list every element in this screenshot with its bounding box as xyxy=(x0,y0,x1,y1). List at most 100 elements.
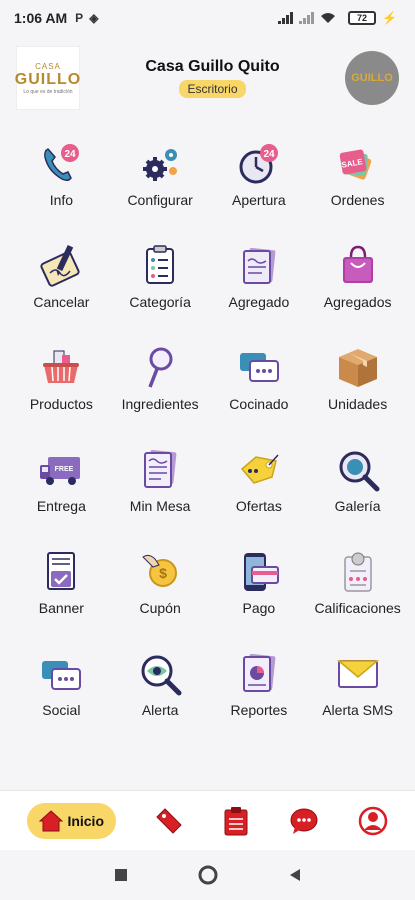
tile-label: Cupón xyxy=(139,600,181,616)
home-icon xyxy=(39,809,64,831)
p-icon: P xyxy=(75,11,84,25)
profile-avatar[interactable]: GUILLO xyxy=(345,51,399,105)
box-icon xyxy=(334,344,382,392)
coin-hand-icon: $ xyxy=(136,548,184,596)
user-profile-icon xyxy=(358,806,387,835)
system-nav-bar xyxy=(0,850,415,900)
tile-calificaciones[interactable]: Calificaciones xyxy=(308,548,407,650)
gears-icon xyxy=(136,140,184,188)
tile-agregado[interactable]: Agregado xyxy=(210,242,309,344)
phone-24-icon: 24 xyxy=(37,140,85,188)
diamond-icon: ◈ xyxy=(89,11,99,25)
recents-square-icon[interactable] xyxy=(114,868,128,882)
tile-unidades[interactable]: Unidades xyxy=(308,344,407,446)
tile-configurar[interactable]: Configurar xyxy=(111,140,210,242)
tile-label: Pago xyxy=(242,600,276,616)
tile-categoria[interactable]: Categoría xyxy=(111,242,210,344)
app-header: CASA GUILLO Lo que es de tradición Casa … xyxy=(0,36,415,120)
tile-cocinado[interactable]: Cocinado xyxy=(210,344,309,446)
back-triangle-icon[interactable] xyxy=(288,868,302,882)
tile-label: Unidades xyxy=(328,396,388,412)
basket-icon xyxy=(37,344,85,392)
nav-profile-button[interactable] xyxy=(358,806,388,836)
check-document-icon xyxy=(37,548,85,596)
store-title: Casa Guillo Quito xyxy=(145,58,280,75)
tile-label: Entrega xyxy=(36,498,86,514)
tile-label: Categoría xyxy=(129,294,191,310)
status-time: 1:06 AM xyxy=(14,10,68,26)
tile-info[interactable]: 24 Info xyxy=(12,140,111,242)
tile-galeria[interactable]: Galería xyxy=(308,446,407,548)
svg-text:$: $ xyxy=(159,565,167,581)
tile-label: Ingredientes xyxy=(121,396,199,412)
clock-24-icon: 24 xyxy=(235,140,283,188)
envelope-icon xyxy=(334,650,382,698)
tile-social[interactable]: Social xyxy=(12,650,111,752)
tile-label: Agregado xyxy=(228,294,290,310)
shopping-bag-icon xyxy=(334,242,382,290)
tile-label: Calificaciones xyxy=(314,600,401,616)
tile-apertura[interactable]: 24 Apertura xyxy=(210,140,309,242)
tile-cupon[interactable]: $ Cupón xyxy=(111,548,210,650)
tile-label: Alerta xyxy=(141,702,179,718)
delivery-truck-icon: FREE xyxy=(37,446,85,494)
tile-label: Info xyxy=(49,192,74,208)
tile-agregados[interactable]: Agregados xyxy=(308,242,407,344)
clipboard-list-icon xyxy=(136,242,184,290)
tile-reportes[interactable]: Reportes xyxy=(210,650,309,752)
logo-guillo-text: GUILLO xyxy=(14,70,82,88)
tile-label: Social xyxy=(42,702,81,718)
svg-text:FREE: FREE xyxy=(55,466,74,473)
tile-label: Alerta SMS xyxy=(322,702,394,718)
tile-alerta-sms[interactable]: Alerta SMS xyxy=(308,650,407,752)
tile-label: Reportes xyxy=(230,702,288,718)
tile-banner[interactable]: Banner xyxy=(12,548,111,650)
casa-guillo-logo: CASA GUILLO Lo que es de tradición xyxy=(14,46,82,110)
tile-entrega[interactable]: FREE Entrega xyxy=(12,446,111,548)
tile-alerta[interactable]: Alerta xyxy=(111,650,210,752)
tile-pago[interactable]: Pago xyxy=(210,548,309,650)
tile-min-mesa[interactable]: Min Mesa xyxy=(111,446,210,548)
logo-tagline: Lo que es de tradición xyxy=(23,88,73,95)
menu-grid: 24 Info Configurar 24 Apertura SALE Orde… xyxy=(12,140,407,752)
sale-tags-icon: SALE xyxy=(334,140,382,188)
battery-icon: 72 xyxy=(348,11,377,25)
report-chart-icon xyxy=(235,650,283,698)
tile-label: Apertura xyxy=(232,192,286,208)
clipboard-icon xyxy=(224,806,248,835)
nav-chat-button[interactable] xyxy=(289,807,319,835)
tag-icon xyxy=(156,807,182,834)
tile-label: Productos xyxy=(29,396,93,412)
tile-ingredientes[interactable]: Ingredientes xyxy=(111,344,210,446)
signal-icon xyxy=(278,12,294,24)
chat-icon xyxy=(290,808,318,834)
tile-label: Galería xyxy=(334,498,381,514)
signature-pen-icon xyxy=(37,242,85,290)
svg-text:24: 24 xyxy=(263,149,275,160)
nav-home-label: Inicio xyxy=(67,812,104,829)
nav-tag-button[interactable] xyxy=(155,807,183,835)
tile-cancelar[interactable]: Cancelar xyxy=(12,242,111,344)
tile-label: Banner xyxy=(38,600,84,616)
chat-bubbles-icon xyxy=(235,344,283,392)
nav-home-button[interactable]: Inicio xyxy=(27,802,116,839)
tile-productos[interactable]: Productos xyxy=(12,344,111,446)
home-circle-icon[interactable] xyxy=(198,865,218,885)
social-chat-icon xyxy=(37,650,85,698)
tile-label: Cocinado xyxy=(229,396,289,412)
bottom-nav: Inicio xyxy=(0,790,415,850)
tile-ordenes[interactable]: SALE Ordenes xyxy=(308,140,407,242)
magnifier-icon xyxy=(136,344,184,392)
logo-casa-text: CASA xyxy=(35,61,61,71)
tile-label: Agregados xyxy=(323,294,392,310)
tile-ofertas[interactable]: Ofertas xyxy=(210,446,309,548)
price-tag-icon xyxy=(235,446,283,494)
nav-clipboard-button[interactable] xyxy=(222,806,250,836)
eye-magnifier-icon xyxy=(136,650,184,698)
wifi-icon xyxy=(320,12,336,24)
tile-label: Min Mesa xyxy=(129,498,191,514)
zoom-search-icon xyxy=(334,446,382,494)
avatar-logo-text: GUILLO xyxy=(351,72,393,84)
status-bar: 1:06 AM P ◈ 72 ⚡ xyxy=(0,0,415,36)
phone-card-icon xyxy=(235,548,283,596)
